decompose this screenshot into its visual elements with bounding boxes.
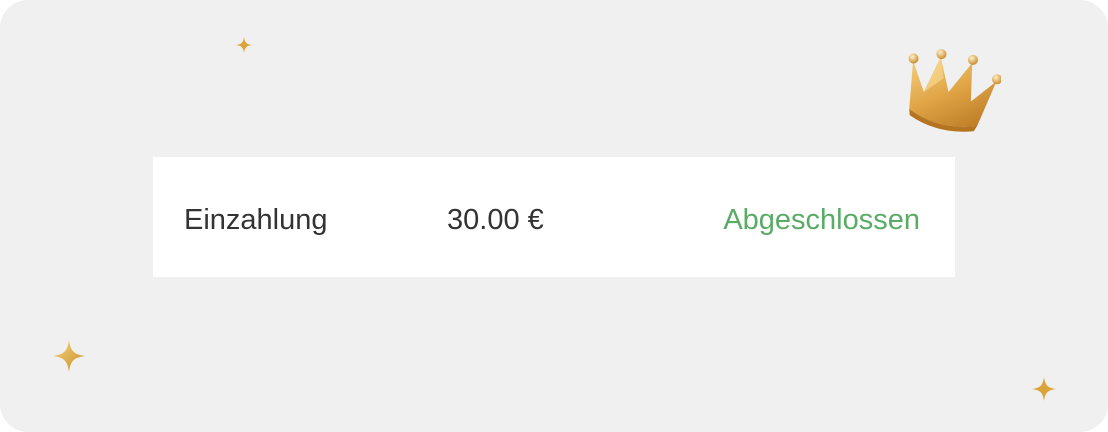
- crown-icon: [897, 40, 1001, 132]
- promo-card: Einzahlung 30.00 € Abgeschlossen: [0, 0, 1108, 432]
- transaction-amount: 30.00 €: [447, 204, 544, 236]
- transaction-type: Einzahlung: [184, 204, 328, 236]
- sparkle-icon: [53, 340, 85, 372]
- transaction-row: Einzahlung 30.00 € Abgeschlossen: [153, 157, 955, 277]
- status-badge: Abgeschlossen: [723, 204, 920, 236]
- sparkle-icon: [1032, 377, 1056, 401]
- sparkle-icon: [236, 37, 252, 53]
